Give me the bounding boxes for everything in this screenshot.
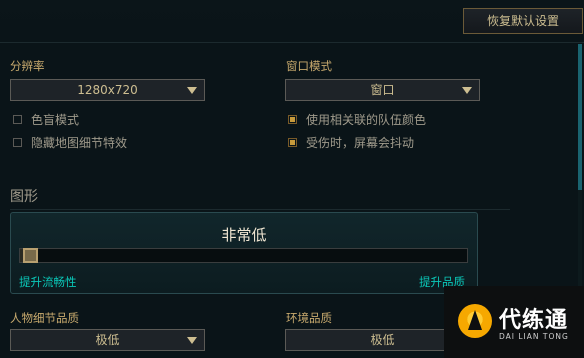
slider-thumb[interactable] (23, 248, 38, 263)
resolution-value: 1280x720 (77, 83, 138, 97)
checkbox-checked[interactable] (288, 137, 297, 147)
checkbox[interactable] (13, 137, 22, 147)
resolution-label: 分辨率 (10, 59, 45, 73)
watermark-name: 代练通 (499, 308, 569, 333)
colorblind-mode-option[interactable]: 色盲模式 (13, 111, 79, 127)
team-colors-option[interactable]: 使用相关联的队伍颜色 (288, 111, 426, 127)
character-quality-value: 极低 (95, 333, 120, 347)
checkbox-checked[interactable] (288, 114, 297, 124)
screen-shake-option[interactable]: 受伤时，屏幕会抖动 (288, 134, 414, 150)
hide-map-effects-option[interactable]: 隐藏地图细节特效 (13, 134, 127, 150)
environment-quality-label: 环境品质 (286, 311, 332, 325)
section-divider (10, 209, 510, 210)
chevron-down-icon (187, 337, 197, 344)
checkbox-label: 受伤时，屏幕会抖动 (306, 135, 415, 150)
chevron-down-icon (187, 87, 197, 94)
checkbox-label: 色盲模式 (31, 112, 80, 127)
checkbox-label: 隐藏地图细节特效 (31, 135, 128, 150)
checkbox[interactable] (13, 114, 22, 124)
scrollbar-thumb[interactable] (578, 44, 582, 190)
watermark-subtitle: DAI LIAN TONG (499, 332, 569, 341)
top-toolbar: 恢复默认设置 (0, 0, 584, 43)
graphics-quality-panel: 非常低 提升流畅性 提升品质 (10, 212, 478, 294)
chevron-down-icon (462, 87, 472, 94)
environment-quality-value: 极低 (370, 333, 395, 347)
graphics-quality-slider[interactable] (19, 248, 468, 263)
window-mode-label: 窗口模式 (286, 59, 332, 73)
watermark: 代练通 DAI LIAN TONG (444, 286, 584, 358)
graphics-quality-level: 非常低 (221, 226, 267, 244)
dailiantong-logo-icon (458, 304, 492, 338)
character-quality-dropdown[interactable]: 极低 (10, 329, 205, 351)
window-mode-dropdown[interactable]: 窗口 (285, 79, 480, 101)
resolution-dropdown[interactable]: 1280x720 (10, 79, 205, 101)
restore-defaults-button[interactable]: 恢复默认设置 (463, 8, 583, 34)
character-quality-label: 人物细节品质 (10, 311, 79, 325)
smoothness-label: 提升流畅性 (19, 275, 77, 289)
graphics-section-title: 图形 (10, 189, 38, 205)
checkbox-label: 使用相关联的队伍颜色 (306, 112, 427, 127)
window-mode-value: 窗口 (370, 83, 395, 97)
